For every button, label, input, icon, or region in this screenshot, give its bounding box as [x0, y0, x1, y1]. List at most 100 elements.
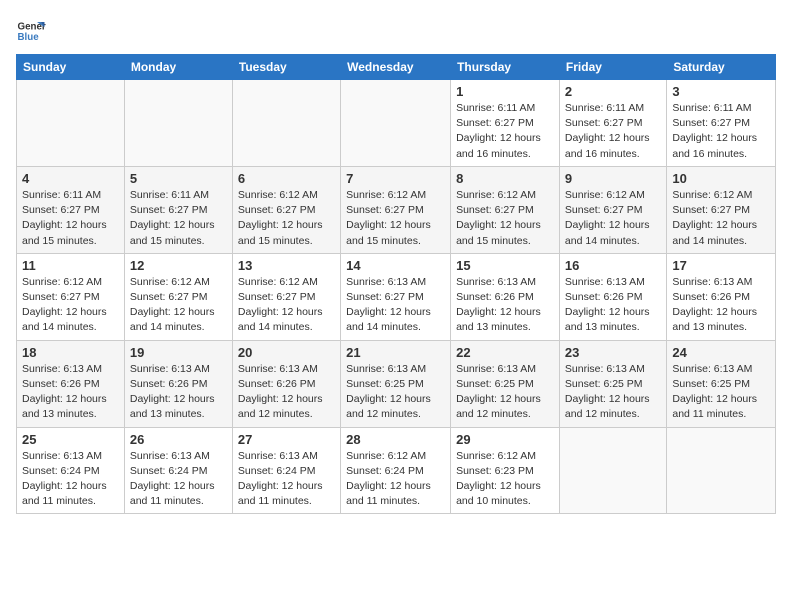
day-number: 6 — [238, 171, 335, 186]
calendar-cell: 13 Sunrise: 6:12 AMSunset: 6:27 PMDayligh… — [232, 253, 340, 340]
day-number: 19 — [130, 345, 227, 360]
weekday-header-friday: Friday — [559, 55, 666, 80]
calendar-cell: 26Sunrise: 6:13 AMSunset: 6:24 PMDayligh… — [124, 427, 232, 514]
day-number: 7 — [346, 171, 445, 186]
day-number: 15 — [456, 258, 554, 273]
calendar-cell: 3Sunrise: 6:11 AMSunset: 6:27 PMDaylight… — [667, 80, 776, 167]
calendar-cell: 24 Sunrise: 6:13 AMSunset: 6:25 PMDayligh… — [667, 340, 776, 427]
calendar-cell: 27 Sunrise: 6:13 AMSunset: 6:24 PMDayligh… — [232, 427, 340, 514]
calendar-cell: 19 Sunrise: 6:13 AMSunset: 6:26 PMDayligh… — [124, 340, 232, 427]
logo-icon: General Blue — [16, 16, 46, 46]
day-info: Sunrise: 6:12 AMSunset: 6:27 PMDaylight:… — [565, 188, 661, 249]
day-info: Sunrise: 6:13 AMSunset: 6:25 PMDaylight:… — [672, 362, 770, 423]
day-info: Sunrise: 6:13 AMSunset: 6:26 PMDaylight:… — [456, 275, 554, 336]
calendar-cell: 29 Sunrise: 6:12 AMSunset: 6:23 PMDayligh… — [451, 427, 560, 514]
day-number: 5 — [130, 171, 227, 186]
calendar-cell — [559, 427, 666, 514]
calendar-cell: 28 Sunrise: 6:12 AMSunset: 6:24 PMDayligh… — [341, 427, 451, 514]
day-info: Sunrise: 6:12 AMSunset: 6:27 PMDaylight:… — [238, 188, 335, 249]
day-number: 2 — [565, 84, 661, 99]
calendar-cell: 17 Sunrise: 6:13 AMSunset: 6:26 PMDayligh… — [667, 253, 776, 340]
weekday-header-wednesday: Wednesday — [341, 55, 451, 80]
day-info: Sunrise: 6:11 AMSunset: 6:27 PMDaylight:… — [22, 188, 119, 249]
calendar-cell: 14 Sunrise: 6:13 AMSunset: 6:27 PMDayligh… — [341, 253, 451, 340]
calendar-table: SundayMondayTuesdayWednesdayThursdayFrid… — [16, 54, 776, 514]
calendar-cell — [341, 80, 451, 167]
day-info: Sunrise: 6:13 AMSunset: 6:26 PMDaylight:… — [130, 362, 227, 423]
weekday-header-saturday: Saturday — [667, 55, 776, 80]
day-number: 25 — [22, 432, 119, 447]
day-info: Sunrise: 6:12 AMSunset: 6:23 PMDaylight:… — [456, 449, 554, 510]
day-info: Sunrise: 6:12 AMSunset: 6:27 PMDaylight:… — [456, 188, 554, 249]
day-info: Sunrise: 6:11 AMSunset: 6:27 PMDaylight:… — [565, 101, 661, 162]
day-info: Sunrise: 6:12 AMSunset: 6:27 PMDaylight:… — [346, 188, 445, 249]
day-number: 8 — [456, 171, 554, 186]
calendar-cell: 9 Sunrise: 6:12 AMSunset: 6:27 PMDaylight… — [559, 166, 666, 253]
day-number: 28 — [346, 432, 445, 447]
day-number: 10 — [672, 171, 770, 186]
day-number: 22 — [456, 345, 554, 360]
calendar-cell: 12 Sunrise: 6:12 AMSunset: 6:27 PMDayligh… — [124, 253, 232, 340]
calendar-cell — [232, 80, 340, 167]
day-info: Sunrise: 6:12 AMSunset: 6:24 PMDaylight:… — [346, 449, 445, 510]
day-number: 29 — [456, 432, 554, 447]
day-info: Sunrise: 6:12 AMSunset: 6:27 PMDaylight:… — [22, 275, 119, 336]
day-info: Sunrise: 6:13 AMSunset: 6:26 PMDaylight:… — [565, 275, 661, 336]
day-number: 9 — [565, 171, 661, 186]
day-info: Sunrise: 6:13 AMSunset: 6:27 PMDaylight:… — [346, 275, 445, 336]
calendar-cell: 2 Sunrise: 6:11 AMSunset: 6:27 PMDaylight… — [559, 80, 666, 167]
weekday-header-monday: Monday — [124, 55, 232, 80]
day-number: 27 — [238, 432, 335, 447]
day-info: Sunrise: 6:13 AMSunset: 6:24 PMDaylight:… — [238, 449, 335, 510]
calendar-cell: 4 Sunrise: 6:11 AMSunset: 6:27 PMDaylight… — [17, 166, 125, 253]
calendar-cell: 21 Sunrise: 6:13 AMSunset: 6:25 PMDayligh… — [341, 340, 451, 427]
calendar-cell: 10 Sunrise: 6:12 AMSunset: 6:27 PMDayligh… — [667, 166, 776, 253]
day-info: Sunrise: 6:12 AMSunset: 6:27 PMDaylight:… — [672, 188, 770, 249]
day-info: Sunrise: 6:12 AMSunset: 6:27 PMDaylight:… — [130, 275, 227, 336]
day-info: Sunrise: 6:13 AMSunset: 6:25 PMDaylight:… — [456, 362, 554, 423]
day-info: Sunrise: 6:12 AMSunset: 6:27 PMDaylight:… — [238, 275, 335, 336]
day-number: 21 — [346, 345, 445, 360]
day-number: 11 — [22, 258, 119, 273]
weekday-header-sunday: Sunday — [17, 55, 125, 80]
day-number: 20 — [238, 345, 335, 360]
calendar-cell: 1 Sunrise: 6:11 AMSunset: 6:27 PMDaylight… — [451, 80, 560, 167]
calendar-cell: 7 Sunrise: 6:12 AMSunset: 6:27 PMDaylight… — [341, 166, 451, 253]
day-number: 1 — [456, 84, 554, 99]
day-number: 18 — [22, 345, 119, 360]
day-number: 14 — [346, 258, 445, 273]
page-header: General Blue — [16, 16, 776, 46]
day-info: Sunrise: 6:13 AMSunset: 6:25 PMDaylight:… — [346, 362, 445, 423]
day-info: Sunrise: 6:11 AMSunset: 6:27 PMDaylight:… — [130, 188, 227, 249]
day-info: Sunrise: 6:13 AMSunset: 6:24 PMDaylight:… — [130, 449, 227, 510]
calendar-cell: 6 Sunrise: 6:12 AMSunset: 6:27 PMDaylight… — [232, 166, 340, 253]
calendar-cell: 25 Sunrise: 6:13 AMSunset: 6:24 PMDayligh… — [17, 427, 125, 514]
day-number: 13 — [238, 258, 335, 273]
calendar-cell — [124, 80, 232, 167]
day-info: Sunrise: 6:13 AMSunset: 6:24 PMDaylight:… — [22, 449, 119, 510]
day-info: Sunrise: 6:13 AMSunset: 6:25 PMDaylight:… — [565, 362, 661, 423]
day-number: 4 — [22, 171, 119, 186]
day-number: 16 — [565, 258, 661, 273]
day-info: Sunrise: 6:13 AMSunset: 6:26 PMDaylight:… — [238, 362, 335, 423]
day-number: 3 — [672, 84, 770, 99]
calendar-cell: 15 Sunrise: 6:13 AMSunset: 6:26 PMDayligh… — [451, 253, 560, 340]
calendar-cell — [667, 427, 776, 514]
day-info: Sunrise: 6:13 AMSunset: 6:26 PMDaylight:… — [672, 275, 770, 336]
day-number: 24 — [672, 345, 770, 360]
calendar-cell — [17, 80, 125, 167]
calendar-cell: 8 Sunrise: 6:12 AMSunset: 6:27 PMDaylight… — [451, 166, 560, 253]
weekday-header-thursday: Thursday — [451, 55, 560, 80]
day-info: Sunrise: 6:13 AMSunset: 6:26 PMDaylight:… — [22, 362, 119, 423]
day-number: 23 — [565, 345, 661, 360]
day-number: 12 — [130, 258, 227, 273]
calendar-cell: 11 Sunrise: 6:12 AMSunset: 6:27 PMDayligh… — [17, 253, 125, 340]
logo: General Blue — [16, 16, 46, 46]
day-info: Sunrise: 6:11 AMSunset: 6:27 PMDaylight:… — [456, 101, 554, 162]
calendar-cell: 16 Sunrise: 6:13 AMSunset: 6:26 PMDayligh… — [559, 253, 666, 340]
calendar-cell: 18 Sunrise: 6:13 AMSunset: 6:26 PMDayligh… — [17, 340, 125, 427]
calendar-cell: 22 Sunrise: 6:13 AMSunset: 6:25 PMDayligh… — [451, 340, 560, 427]
calendar-cell: 20 Sunrise: 6:13 AMSunset: 6:26 PMDayligh… — [232, 340, 340, 427]
day-number: 17 — [672, 258, 770, 273]
calendar-cell: 5 Sunrise: 6:11 AMSunset: 6:27 PMDaylight… — [124, 166, 232, 253]
